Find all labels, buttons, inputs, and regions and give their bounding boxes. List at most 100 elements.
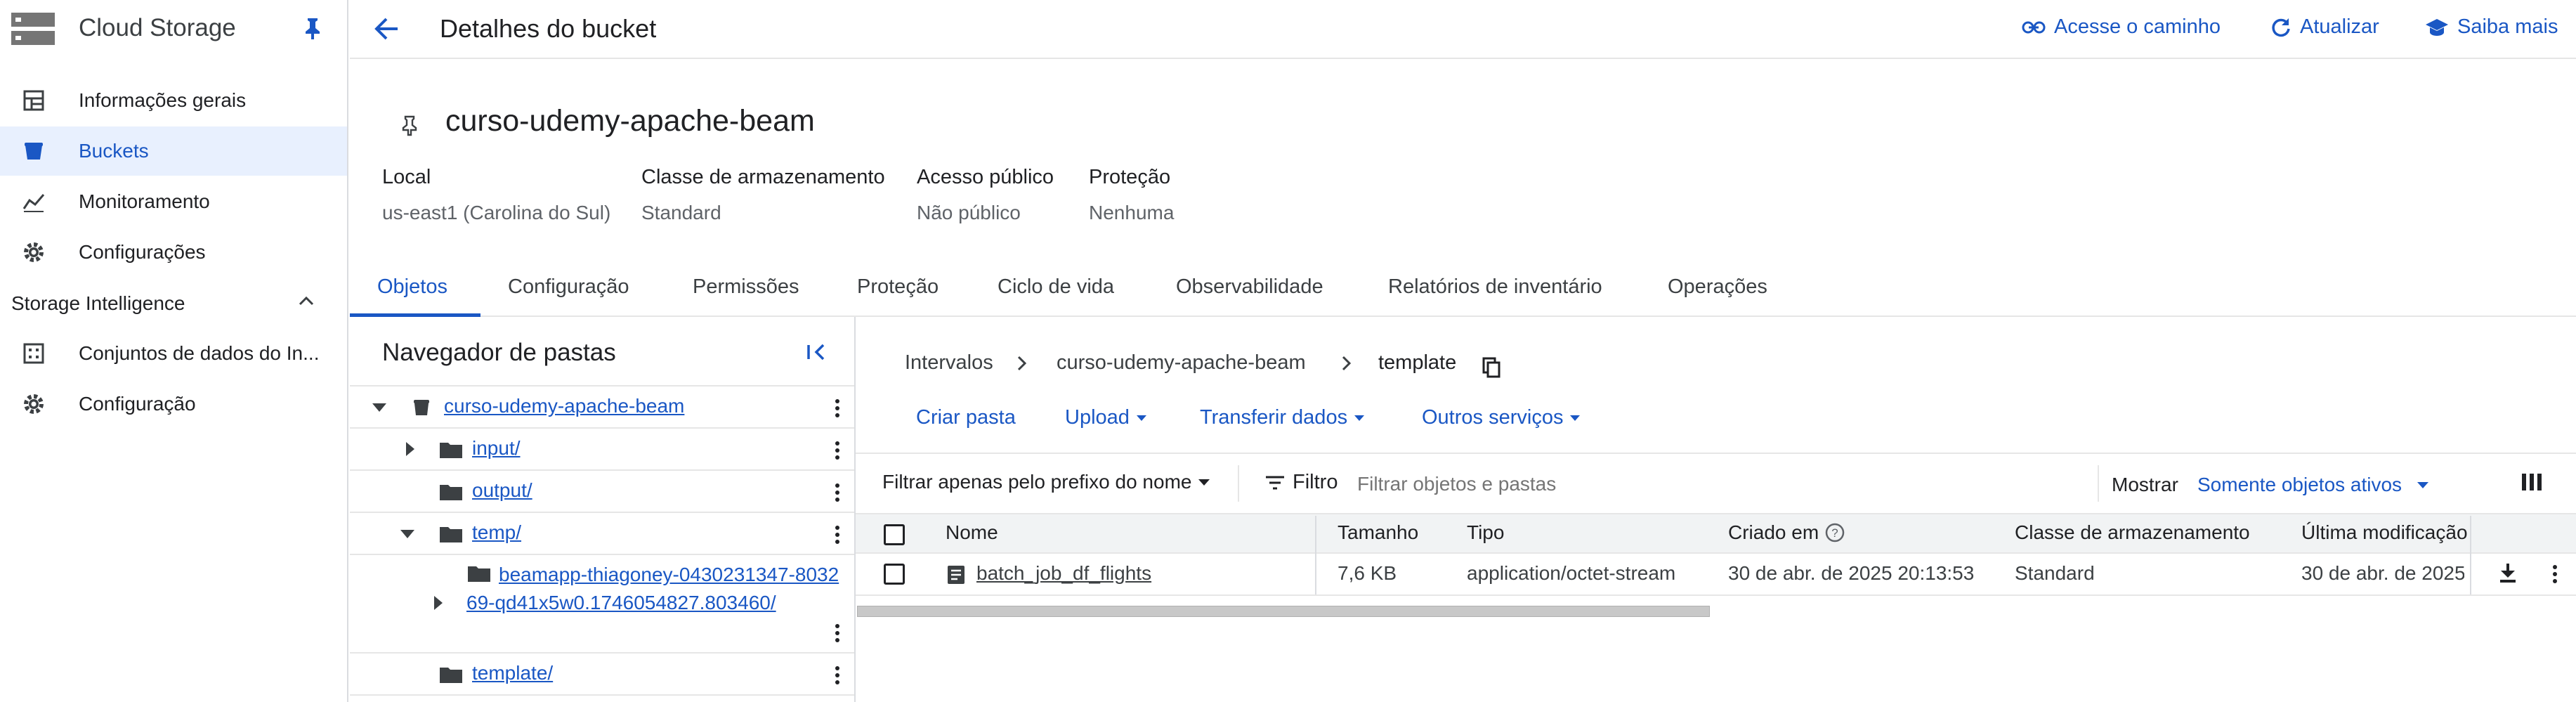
column-display-icon[interactable] — [2522, 474, 2542, 490]
sidebar-item-overview[interactable]: Informações gerais — [0, 76, 347, 125]
tab-lifecycle[interactable]: Ciclo de vida — [998, 275, 1114, 299]
chart-icon — [21, 189, 46, 214]
tab-protection[interactable]: Proteção — [857, 275, 939, 299]
filter-input[interactable] — [1357, 467, 2074, 502]
folder-link[interactable]: template/ — [472, 662, 553, 684]
folder-link[interactable]: temp/ — [472, 521, 521, 544]
create-folder-button[interactable]: Criar pasta — [916, 406, 1016, 429]
chevron-up-icon[interactable] — [298, 295, 315, 306]
folder-link[interactable]: input/ — [472, 437, 521, 460]
breadcrumb-item[interactable]: curso-udemy-apache-beam — [1057, 351, 1306, 375]
filter-divider — [2098, 465, 2099, 502]
caret-down-icon[interactable] — [400, 530, 414, 538]
storage-intelligence-section[interactable]: Storage Intelligence — [11, 290, 320, 318]
filter-label: Filtro — [1293, 471, 1338, 493]
tab-observability[interactable]: Observabilidade — [1176, 275, 1323, 299]
column-header-created[interactable]: Criado em ? — [1728, 521, 1845, 544]
column-header-size[interactable]: Tamanho — [1338, 521, 1418, 544]
prefix-filter-label: Filtrar apenas pelo prefixo do nome — [882, 471, 1192, 493]
learn-more-button[interactable]: Saiba mais — [2425, 15, 2558, 39]
back-arrow-icon[interactable] — [374, 17, 399, 41]
folder-icon — [440, 526, 462, 542]
access-path-button[interactable]: Acesse o caminho — [2022, 15, 2221, 39]
folder-icon — [440, 441, 462, 458]
pin-icon[interactable] — [302, 17, 323, 41]
sidebar-item-label: Monitoramento — [79, 190, 210, 212]
prop-label-protection: Proteção — [1089, 166, 1171, 188]
cell-storage-class: Standard — [2015, 562, 2095, 584]
folder-link[interactable]: beamapp-thiagoney-0430231347-803269-qd41… — [466, 561, 846, 617]
more-vert-icon[interactable] — [834, 396, 841, 420]
more-vert-icon[interactable] — [834, 523, 841, 547]
tab-operations[interactable]: Operações — [1668, 275, 1767, 299]
sidebar-item-configuration[interactable]: Configuração — [0, 379, 347, 429]
caret-down-icon[interactable] — [372, 403, 386, 412]
cell-type: application/octet-stream — [1467, 562, 1676, 584]
other-services-button[interactable]: Outros serviços — [1422, 406, 1581, 429]
more-vert-icon[interactable] — [834, 663, 841, 687]
tree-row[interactable]: beamapp-thiagoney-0430231347-803269-qd41… — [350, 555, 854, 654]
tree-row[interactable]: output/ — [350, 471, 854, 513]
column-header-modified[interactable]: Última modificação — [2301, 521, 2477, 544]
collapse-panel-icon[interactable] — [806, 343, 828, 361]
more-vert-icon[interactable] — [2551, 562, 2558, 586]
file-name-link[interactable]: batch_job_df_flights — [976, 562, 1151, 585]
access-path-label: Acesse o caminho — [2054, 15, 2221, 38]
tree-row[interactable]: temp/ — [350, 513, 854, 555]
column-header-storage-class[interactable]: Classe de armazenamento — [2015, 521, 2250, 544]
folder-browser-title: Navegador de pastas — [382, 339, 616, 366]
refresh-button[interactable]: Atualizar — [2270, 15, 2379, 39]
prefix-filter-dropdown[interactable]: Filtrar apenas pelo prefixo do nome — [882, 471, 1210, 493]
tree-row[interactable]: input/ — [350, 429, 854, 471]
dropdown-arrow-icon — [1136, 415, 1146, 421]
tree-row[interactable]: template/ — [350, 654, 854, 696]
breadcrumb-item[interactable]: Intervalos — [905, 351, 993, 375]
folder-link[interactable]: output/ — [472, 479, 532, 502]
top-bar: Detalhes do bucket Acesse o caminho Atua… — [350, 0, 2576, 59]
select-all-checkbox[interactable] — [884, 524, 905, 545]
sidebar-item-datasets[interactable]: Conjuntos de dados do In... — [0, 329, 347, 378]
sidebar-item-label: Conjuntos de dados do In... — [79, 342, 320, 364]
bucket-icon — [412, 398, 431, 417]
bucket-pin-icon[interactable] — [402, 115, 417, 136]
column-header-name[interactable]: Nome — [946, 521, 998, 544]
sidebar-item-buckets[interactable]: Buckets — [0, 126, 347, 176]
horizontal-scrollbar[interactable] — [857, 606, 1710, 617]
section-title: Storage Intelligence — [11, 292, 185, 314]
sidebar-item-settings[interactable]: Configurações — [0, 228, 347, 277]
copy-icon[interactable] — [1482, 357, 1501, 378]
file-icon — [947, 565, 965, 585]
show-filter-dropdown[interactable]: Somente objetos ativos — [2197, 474, 2429, 496]
prop-value-location: us-east1 (Carolina do Sul) — [382, 202, 611, 223]
more-vert-icon[interactable] — [834, 481, 841, 505]
transfer-data-button[interactable]: Transferir dados — [1200, 406, 1365, 429]
download-icon[interactable] — [2498, 562, 2518, 583]
caret-right-icon[interactable] — [434, 596, 443, 610]
bucket-name: curso-udemy-apache-beam — [445, 104, 815, 138]
tab-configuration[interactable]: Configuração — [508, 275, 629, 299]
tab-inventory-reports[interactable]: Relatórios de inventário — [1388, 275, 1602, 299]
column-header-type[interactable]: Tipo — [1467, 521, 1504, 544]
breadcrumb-current: template — [1378, 351, 1457, 374]
show-filter-value: Somente objetos ativos — [2197, 474, 2402, 495]
row-checkbox[interactable] — [884, 564, 905, 585]
upload-button[interactable]: Upload — [1065, 406, 1146, 429]
tree-root-link[interactable]: curso-udemy-apache-beam — [444, 395, 684, 417]
cell-created: 30 de abr. de 2025 20:13:53 — [1728, 562, 1975, 584]
chevron-right-icon — [1017, 356, 1027, 371]
filter-button[interactable]: Filtro — [1264, 471, 1338, 494]
filter-divider — [1238, 465, 1239, 502]
more-vert-icon[interactable] — [834, 621, 841, 645]
gear-icon — [21, 240, 46, 265]
other-services-label: Outros serviços — [1422, 406, 1564, 429]
sidebar-item-monitoring[interactable]: Monitoramento — [0, 177, 347, 226]
help-icon[interactable]: ? — [1824, 522, 1845, 543]
tab-objects[interactable]: Objetos — [377, 275, 447, 299]
tree-row[interactable]: curso-udemy-apache-beam — [350, 386, 854, 429]
refresh-icon — [2270, 17, 2291, 38]
caret-right-icon[interactable] — [406, 442, 414, 456]
prop-value-public-access: Não público — [917, 202, 1021, 223]
sidebar-item-label: Configurações — [79, 241, 206, 263]
tab-permissions[interactable]: Permissões — [693, 275, 799, 299]
more-vert-icon[interactable] — [834, 438, 841, 462]
